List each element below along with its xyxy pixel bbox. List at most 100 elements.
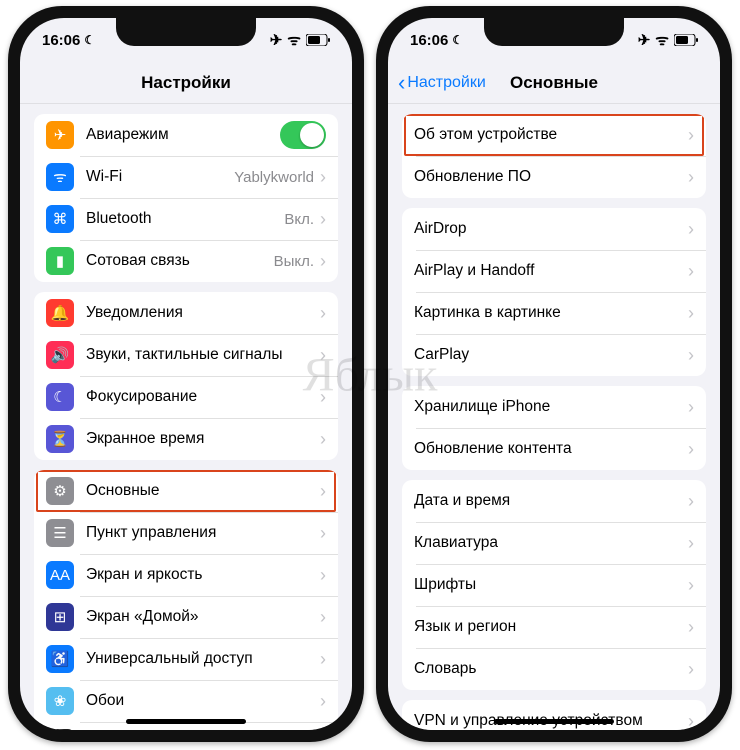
gear-icon: ⚙ [46, 477, 74, 505]
airplane-status-icon: ✈ [638, 31, 651, 49]
settings-row[interactable]: 🔔Уведомления› [34, 292, 338, 334]
chevron-right-icon: › [688, 262, 694, 280]
cellular-icon: ▮ [46, 247, 74, 275]
chevron-right-icon: › [688, 346, 694, 364]
settings-row[interactable]: ✈ Авиарежим [34, 114, 338, 156]
row-label: Обновление ПО [414, 168, 688, 186]
chevron-right-icon: › [320, 482, 326, 500]
screentime-icon: ⏳ [46, 425, 74, 453]
home-indicator[interactable] [126, 719, 246, 724]
settings-row[interactable]: ⏳Экранное время› [34, 418, 338, 460]
row-label: Об этом устройстве [414, 126, 688, 144]
chevron-right-icon: › [688, 126, 694, 144]
row-value: Yablykworld [234, 169, 314, 186]
settings-row[interactable]: ❀ Обои› [34, 680, 338, 722]
settings-row[interactable]: VPN и управление устройством› [402, 700, 706, 730]
iphone-frame-left: 16:06 ☾ ✈ ᯤ Настройки ✈АвиарежимᯤWi-FiYa… [8, 6, 364, 742]
settings-row[interactable]: Картинка в картинке› [402, 292, 706, 334]
settings-row[interactable]: ▮Сотовая связьВыкл.› [34, 240, 338, 282]
battery-status-icon [306, 34, 330, 46]
settings-row[interactable]: Обновление контента› [402, 428, 706, 470]
chevron-right-icon: › [320, 692, 326, 710]
row-label: Основные [86, 482, 320, 500]
display-icon: AA [46, 561, 74, 589]
focus-icon: ☾ [46, 383, 74, 411]
screen-right: 16:06 ☾ ✈ ᯤ ‹ Настройки Основные Об этом… [388, 18, 720, 730]
chevron-right-icon: › [688, 492, 694, 510]
wifi-icon: ᯤ [46, 163, 74, 191]
chevron-right-icon: › [320, 168, 326, 186]
chevron-right-icon: › [688, 534, 694, 552]
row-label: AirPlay и Handoff [414, 262, 688, 280]
settings-row[interactable]: Шрифты› [402, 564, 706, 606]
settings-row[interactable]: Клавиатура› [402, 522, 706, 564]
settings-row[interactable]: Об этом устройстве› [402, 114, 706, 156]
settings-row[interactable]: ☾ Фокусирование› [34, 376, 338, 418]
chevron-right-icon: › [320, 608, 326, 626]
settings-row[interactable]: AAЭкран и яркость› [34, 554, 338, 596]
settings-row[interactable]: ☰ Пункт управления› [34, 512, 338, 554]
settings-row[interactable]: ♿Универсальный доступ› [34, 638, 338, 680]
row-label: Словарь [414, 660, 688, 678]
settings-row[interactable]: Словарь› [402, 648, 706, 690]
bell-icon: 🔔 [46, 299, 74, 327]
row-value: Вкл. [284, 211, 314, 228]
airplane-status-icon: ✈ [270, 31, 283, 49]
row-label: Авиарежим [86, 126, 280, 144]
settings-row[interactable]: Хранилище iPhone› [402, 386, 706, 428]
chevron-right-icon: › [320, 388, 326, 406]
row-label: Картинка в картинке [414, 304, 688, 322]
settings-row[interactable]: ⌘BluetoothВкл.› [34, 198, 338, 240]
settings-row[interactable]: Язык и регион› [402, 606, 706, 648]
row-label: Экран «Домой» [86, 608, 320, 626]
settings-row[interactable]: AirDrop› [402, 208, 706, 250]
row-label: CarPlay [414, 346, 688, 364]
home-indicator[interactable] [494, 719, 614, 724]
settings-group: VPN и управление устройством› [402, 700, 706, 730]
notch [484, 18, 624, 46]
bluetooth-icon: ⌘ [46, 205, 74, 233]
row-label: Пункт управления [86, 524, 320, 542]
row-label: Шрифты [414, 576, 688, 594]
chevron-right-icon: › [320, 304, 326, 322]
status-time: 16:06 [410, 32, 448, 49]
chevron-right-icon: › [688, 398, 694, 416]
settings-row[interactable]: ⚙ Основные› [34, 470, 338, 512]
airplane-icon: ✈ [46, 121, 74, 149]
back-button[interactable]: ‹ Настройки [398, 62, 486, 103]
settings-row[interactable]: CarPlay› [402, 334, 706, 376]
row-label: Экранное время [86, 430, 320, 448]
row-value: Выкл. [274, 253, 314, 270]
chevron-right-icon: › [688, 712, 694, 730]
row-label: Хранилище iPhone [414, 398, 688, 416]
chevron-right-icon: › [688, 660, 694, 678]
wallpaper-icon: ❀ [46, 687, 74, 715]
content-right[interactable]: Об этом устройстве›Обновление ПО›AirDrop… [388, 104, 720, 730]
settings-row[interactable]: Дата и время› [402, 480, 706, 522]
row-label: Язык и регион [414, 618, 688, 636]
row-label: Обновление контента [414, 440, 688, 458]
row-label: Дата и время [414, 492, 688, 510]
chevron-right-icon: › [320, 524, 326, 542]
settings-row[interactable]: 🔊Звуки, тактильные сигналы› [34, 334, 338, 376]
settings-group: Об этом устройстве›Обновление ПО› [402, 114, 706, 198]
back-label: Настройки [407, 74, 485, 92]
row-label: Wi-Fi [86, 168, 234, 186]
navbar-right: ‹ Настройки Основные [388, 62, 720, 104]
row-label: Обои [86, 692, 320, 710]
settings-row[interactable]: AirPlay и Handoff› [402, 250, 706, 292]
chevron-right-icon: › [320, 346, 326, 364]
row-label: Звуки, тактильные сигналы [86, 346, 320, 364]
row-label: Фокусирование [86, 388, 320, 406]
toggle-switch[interactable] [280, 121, 326, 149]
settings-row[interactable]: Обновление ПО› [402, 156, 706, 198]
content-left[interactable]: ✈ Авиарежим ᯤ Wi-FiYablykworld › ⌘BluetoothВк… [20, 104, 352, 730]
accessibility-icon: ♿ [46, 645, 74, 673]
settings-row[interactable]: ⊞Экран «Домой»› [34, 596, 338, 638]
row-label: Сотовая связь [86, 252, 274, 270]
chevron-right-icon: › [688, 220, 694, 238]
settings-row[interactable]: ᯤ Wi-FiYablykworld › [34, 156, 338, 198]
control-icon: ☰ [46, 519, 74, 547]
row-label: Экран и яркость [86, 566, 320, 584]
screen-left: 16:06 ☾ ✈ ᯤ Настройки ✈АвиарежимᯤWi-FiYa… [20, 18, 352, 730]
